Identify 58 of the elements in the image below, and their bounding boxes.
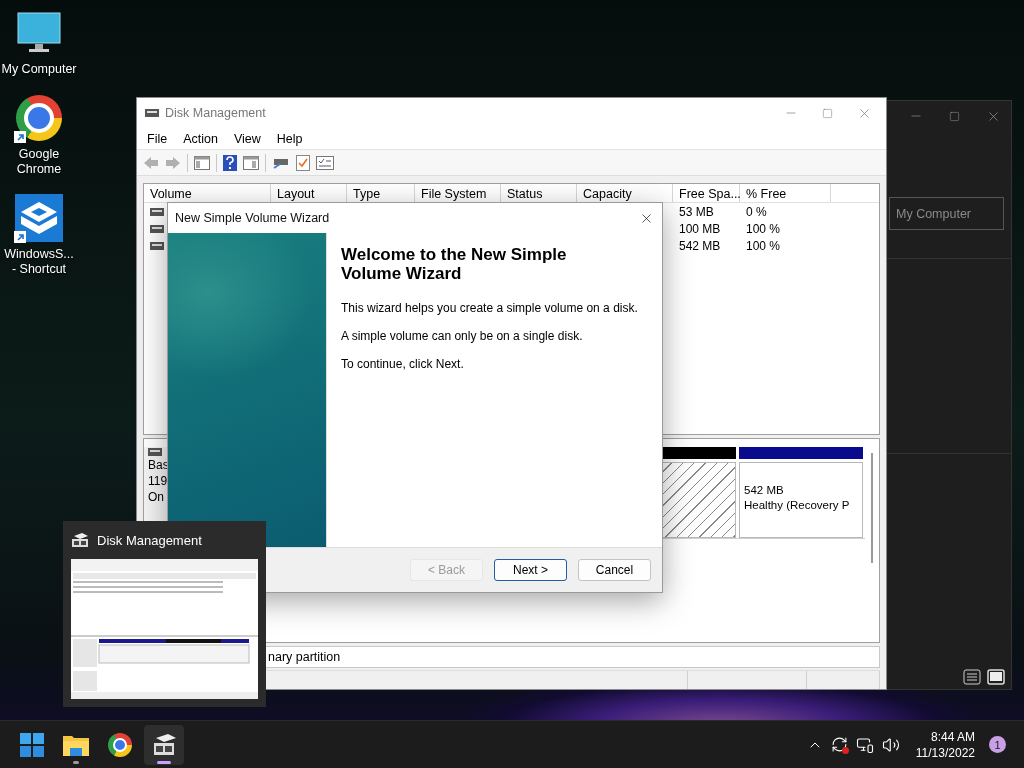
dialog-button[interactable]: Cancel <box>578 559 651 581</box>
panel-icon[interactable] <box>194 155 210 170</box>
menu-item[interactable]: Help <box>268 131 311 146</box>
panel-icon[interactable] <box>243 155 259 170</box>
details-view-icon[interactable] <box>963 669 981 685</box>
volume-icon <box>150 223 164 234</box>
drive-icon <box>71 532 89 548</box>
network-icon[interactable] <box>855 735 874 754</box>
clock-time: 8:44 AM <box>930 728 975 745</box>
desktop-icon-label: Google Chrome <box>15 147 63 177</box>
volume-icon <box>150 206 164 217</box>
partition-status: Healthy (Recovery P <box>744 498 851 513</box>
partition-block[interactable] <box>660 462 736 538</box>
checklist-icon[interactable] <box>296 154 310 171</box>
folder-icon <box>63 733 89 756</box>
menu-item[interactable]: Action <box>175 131 226 146</box>
wizard-heading: Welcome to the New Simple Volume Wizard <box>341 245 568 283</box>
disk-label: On <box>148 490 165 505</box>
partition-size: 542 MB <box>744 483 785 498</box>
menu-item[interactable]: View <box>225 131 269 146</box>
preview-view-icon[interactable] <box>987 669 1005 685</box>
start-logo-icon <box>20 732 44 757</box>
sync-icon[interactable] <box>830 736 848 753</box>
menu-item[interactable]: File <box>139 131 176 146</box>
table-cell-text: 100 MB <box>678 221 722 236</box>
disk-tool-button[interactable] <box>144 724 184 765</box>
drive-icon <box>152 733 176 756</box>
table-cell-text: 100 % <box>745 221 782 236</box>
volume-icon <box>150 240 164 251</box>
column-header[interactable]: Free Spa... <box>673 184 740 202</box>
disk-label: 119 <box>148 474 169 489</box>
location-field[interactable]: My Computer <box>889 197 1004 230</box>
table-cell-text: 0 % <box>745 204 768 219</box>
window-title: Disk Management <box>165 106 266 120</box>
drive-icon <box>145 108 159 118</box>
dialog-title: New Simple Volume Wizard <box>175 211 330 225</box>
clock-date: 11/13/2022 <box>915 744 975 761</box>
table-cell-text: 542 MB <box>678 238 722 253</box>
legend-label: nary partition <box>268 650 341 664</box>
wizard-text: This wizard helps you create a simple volume on a disk. <box>341 301 639 315</box>
desktop-icon-label: WindowsS... - Shortcut <box>3 247 75 277</box>
wizard-text: To continue, click Next. <box>341 357 465 371</box>
table-cell-text: 53 MB <box>678 204 715 219</box>
clock[interactable]: 8:44 AM 11/13/2022 <box>915 728 975 761</box>
scrollbar-thumb[interactable] <box>871 453 873 563</box>
desktop-icon-label: My Computer <box>1 62 77 77</box>
browser-icon <box>108 732 132 757</box>
box-app-icon[interactable] <box>14 193 64 243</box>
preview-title: Disk Management <box>97 532 202 548</box>
notification-badge[interactable]: 1 <box>989 736 1006 753</box>
help-icon[interactable] <box>223 154 237 171</box>
dialog-button[interactable]: Next > <box>494 559 567 581</box>
table-cell-text: 100 % <box>745 238 782 253</box>
speaker-icon[interactable] <box>881 735 900 754</box>
wizard-text: A simple volume can only be on a single disk. <box>341 329 584 343</box>
properties-icon[interactable] <box>316 155 334 170</box>
column-header[interactable]: % Free <box>740 184 831 202</box>
partition-block[interactable]: 542 MB Healthy (Recovery P <box>739 462 863 538</box>
